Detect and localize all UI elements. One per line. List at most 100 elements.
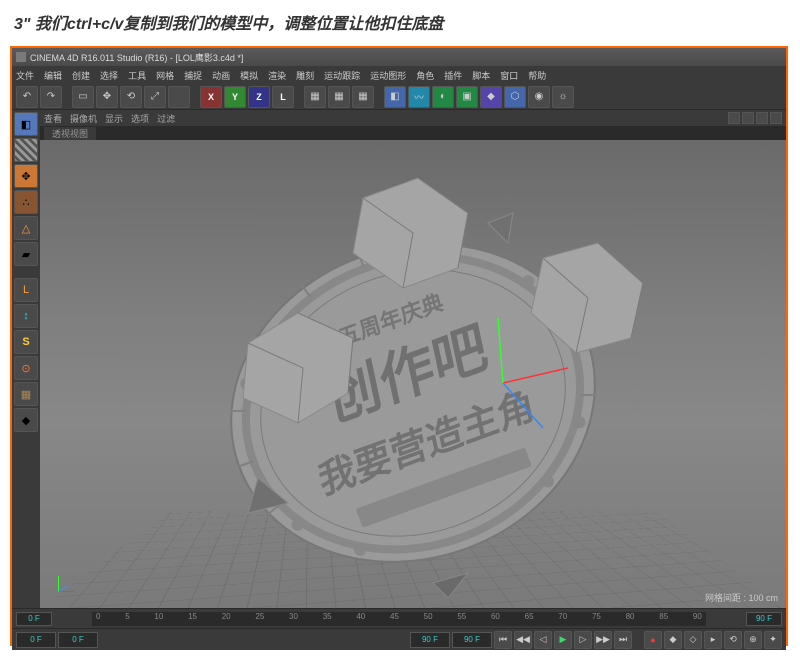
menu-sculpt[interactable]: 雕刻 — [296, 69, 314, 82]
environment-button[interactable]: ⬡ — [504, 86, 526, 108]
x-axis-toggle[interactable]: X — [200, 86, 222, 108]
recent-tool-button[interactable] — [168, 86, 190, 108]
play-button[interactable]: ▶ — [554, 631, 572, 649]
primitive-button[interactable]: ◧ — [384, 86, 406, 108]
y-axis-toggle[interactable]: Y — [224, 86, 246, 108]
tweak-button[interactable]: ↕ — [14, 304, 38, 328]
edge-mode-button[interactable]: △ — [14, 216, 38, 240]
perspective-viewport[interactable]: 五周年庆典 创作吧 我要营造主角 — [40, 140, 786, 608]
menu-select[interactable]: 选择 — [100, 69, 118, 82]
menu-file[interactable]: 文件 — [16, 69, 34, 82]
rotate-tool-button[interactable]: ⟲ — [120, 86, 142, 108]
3d-model-badge: 五周年庆典 创作吧 我要营造主角 — [173, 168, 653, 598]
key-scale-button[interactable]: ⊕ — [744, 631, 762, 649]
mode-toolbar: ◧ ✥ ∴ △ ▰ L ↕ S ⊙ ▦ ◆ — [12, 110, 40, 608]
move-tool-button[interactable]: ✥ — [96, 86, 118, 108]
workplane-snap-button[interactable]: ▦ — [14, 382, 38, 406]
frame-total-input[interactable] — [452, 632, 492, 648]
shard-1 — [488, 213, 513, 243]
scale-tool-button[interactable]: ⤢ — [144, 86, 166, 108]
prev-key-button[interactable]: ◀◀ — [514, 631, 532, 649]
vp-nav-button-1[interactable] — [728, 112, 740, 124]
menu-motion-track[interactable]: 运动跟踪 — [324, 69, 360, 82]
camera-button[interactable]: ◉ — [528, 86, 550, 108]
select-tool-button[interactable]: ▭ — [72, 86, 94, 108]
perspective-tab[interactable]: 透视视图 — [44, 127, 96, 140]
menu-mograph[interactable]: 运动图形 — [370, 69, 406, 82]
vp-nav-button-2[interactable] — [742, 112, 754, 124]
vp-nav-button-3[interactable] — [756, 112, 768, 124]
viewport-menubar: 查看 摄像机 显示 选项 过滤 — [40, 110, 786, 126]
workplane-button[interactable]: ✥ — [14, 164, 38, 188]
keyframe-sel-button[interactable]: ◇ — [684, 631, 702, 649]
menu-render[interactable]: 渲染 — [268, 69, 286, 82]
content-area: ◧ ✥ ∴ △ ▰ L ↕ S ⊙ ▦ ◆ 查看 摄像机 显示 选项 — [12, 110, 786, 608]
texture-mode-button[interactable] — [14, 138, 38, 162]
menu-edit[interactable]: 编辑 — [44, 69, 62, 82]
polygon-mode-button[interactable]: ▰ — [14, 242, 38, 266]
viewport-wrap: 查看 摄像机 显示 选项 过滤 透视视图 — [40, 110, 786, 608]
prev-frame-button[interactable]: ◁ — [534, 631, 552, 649]
timeline-end-input[interactable] — [746, 612, 782, 626]
axis-button[interactable]: L — [14, 278, 38, 302]
axis-indicator — [46, 566, 82, 602]
locked-workplane-button[interactable]: ◆ — [14, 408, 38, 432]
nurbs-button[interactable]: ◐ — [432, 86, 454, 108]
redo-button[interactable]: ↷ — [40, 86, 62, 108]
timeline-start-input[interactable] — [16, 612, 52, 626]
render-view-button[interactable]: ▦ — [304, 86, 326, 108]
next-key-button[interactable]: ▶▶ — [594, 631, 612, 649]
vp-nav-button-4[interactable] — [770, 112, 782, 124]
menu-plugins[interactable]: 插件 — [444, 69, 462, 82]
goto-end-button[interactable]: ⏭ — [614, 631, 632, 649]
goto-start-button[interactable]: ⏮ — [494, 631, 512, 649]
vp-menu-options[interactable]: 选项 — [131, 112, 149, 125]
instruction-text: 3" 我们ctrl+c/v复制到我们的模型中，调整位置让他扣住底盘 — [10, 10, 790, 34]
snap-button[interactable]: ⊙ — [14, 356, 38, 380]
key-rot-button[interactable]: ⟲ — [724, 631, 742, 649]
menu-create[interactable]: 创建 — [72, 69, 90, 82]
vp-menu-filter[interactable]: 过滤 — [157, 112, 175, 125]
menu-window[interactable]: 窗口 — [500, 69, 518, 82]
frame-max-input[interactable] — [410, 632, 450, 648]
playback-bar: ⏮ ◀◀ ◁ ▶ ▷ ▶▶ ⏭ ● ◆ ◇ ▸ ⟲ ⊕ ✦ — [12, 628, 786, 650]
menu-character[interactable]: 角色 — [416, 69, 434, 82]
render-settings-button[interactable]: ▦ — [328, 86, 350, 108]
viewport-tabs: 透视视图 — [40, 126, 786, 140]
vp-menu-camera[interactable]: 摄像机 — [70, 112, 97, 125]
deformer-button[interactable]: ◆ — [480, 86, 502, 108]
vp-menu-display[interactable]: 显示 — [105, 112, 123, 125]
shard-3 — [433, 573, 468, 598]
frame-current-input[interactable] — [58, 632, 98, 648]
lock-axis-button[interactable]: L — [272, 86, 294, 108]
frame-min-input[interactable] — [16, 632, 56, 648]
array-button[interactable]: ▣ — [456, 86, 478, 108]
autokey-button[interactable]: ◆ — [664, 631, 682, 649]
next-frame-button[interactable]: ▷ — [574, 631, 592, 649]
soft-select-button[interactable]: S — [14, 330, 38, 354]
tutorial-page: 3" 我们ctrl+c/v复制到我们的模型中，调整位置让他扣住底盘 CINEMA… — [0, 0, 800, 656]
key-pos-button[interactable]: ▸ — [704, 631, 722, 649]
menu-script[interactable]: 脚本 — [472, 69, 490, 82]
menu-tools[interactable]: 工具 — [128, 69, 146, 82]
model-mode-button[interactable]: ◧ — [14, 112, 38, 136]
points-mode-button[interactable]: ∴ — [14, 190, 38, 214]
titlebar: CINEMA 4D R16.011 Studio (R16) - [LOL鹰影3… — [12, 48, 786, 66]
menu-snap[interactable]: 捕捉 — [184, 69, 202, 82]
spline-button[interactable]: 〰 — [408, 86, 430, 108]
menu-help[interactable]: 帮助 — [528, 69, 546, 82]
key-param-button[interactable]: ✦ — [764, 631, 782, 649]
menu-animate[interactable]: 动画 — [212, 69, 230, 82]
main-toolbar: ↶ ↷ ▭ ✥ ⟲ ⤢ X Y Z L ▦ ▦ ▦ ◧ 〰 ◐ ▣ ◆ ⬡ ◉ … — [12, 84, 786, 110]
menu-mesh[interactable]: 网格 — [156, 69, 174, 82]
undo-button[interactable]: ↶ — [16, 86, 38, 108]
z-axis-toggle[interactable]: Z — [248, 86, 270, 108]
record-button[interactable]: ● — [644, 631, 662, 649]
timeline[interactable]: 051015202530354045505560657075808590 — [12, 608, 786, 628]
app-icon — [16, 52, 26, 62]
menu-simulate[interactable]: 模拟 — [240, 69, 258, 82]
timeline-track[interactable]: 051015202530354045505560657075808590 — [92, 612, 706, 626]
render-picture-button[interactable]: ▦ — [352, 86, 374, 108]
light-button[interactable]: ☼ — [552, 86, 574, 108]
vp-menu-view[interactable]: 查看 — [44, 112, 62, 125]
